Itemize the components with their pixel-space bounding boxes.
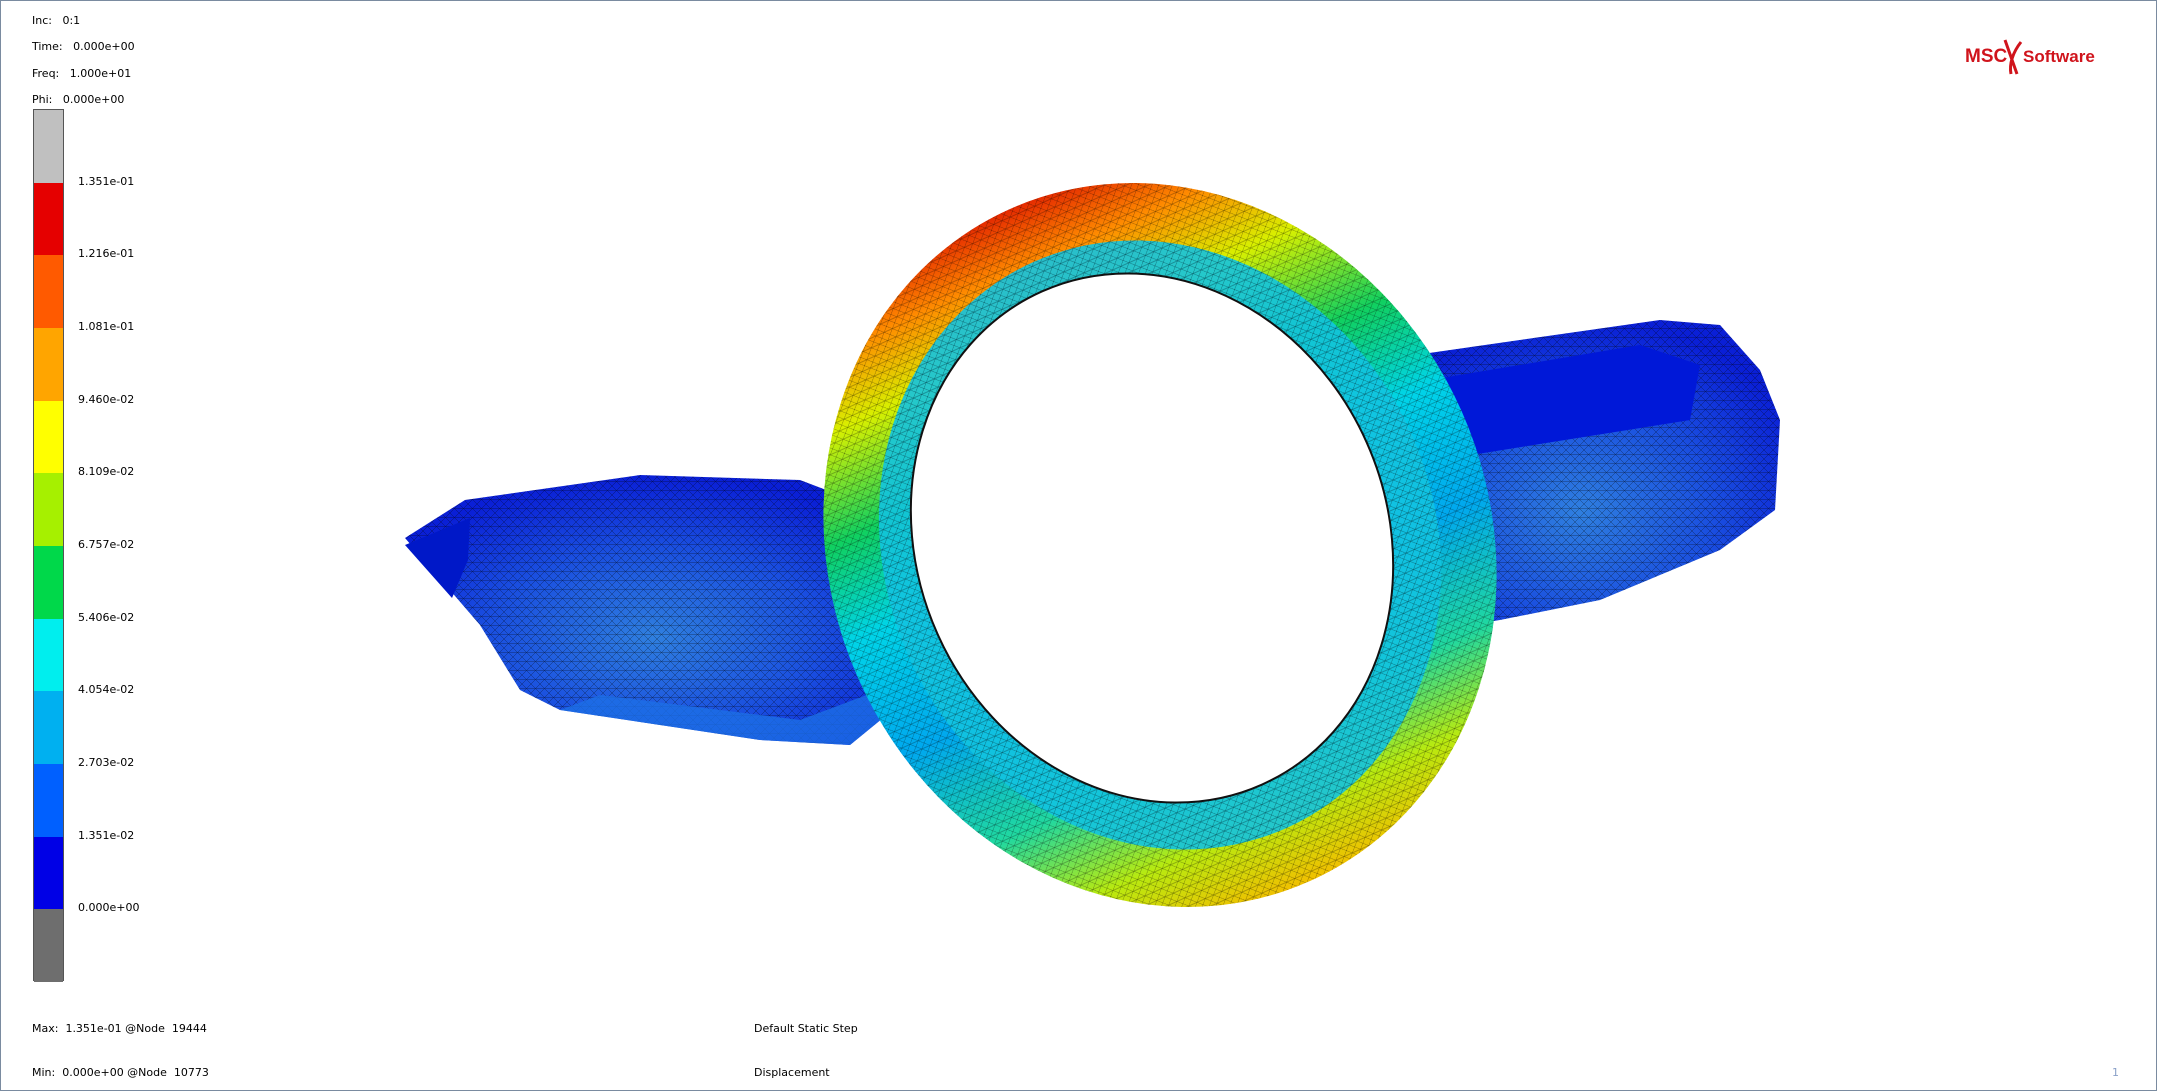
page-indicator: 1 [2112,1066,2119,1079]
logo-left-text: MSC [1965,46,2008,67]
bracket-model [405,183,1780,907]
load-step-label: Default Static Step [754,1022,858,1035]
model-viewport[interactable] [0,0,2157,1091]
min-value-label: Min: 0.000e+00 @Node 10773 [32,1066,209,1079]
logo-right-text: Software [2023,47,2095,66]
msc-software-logo: MSC Software [1965,39,2095,75]
result-type-label: Displacement [754,1066,830,1079]
max-value-label: Max: 1.351e-01 @Node 19444 [32,1022,207,1035]
